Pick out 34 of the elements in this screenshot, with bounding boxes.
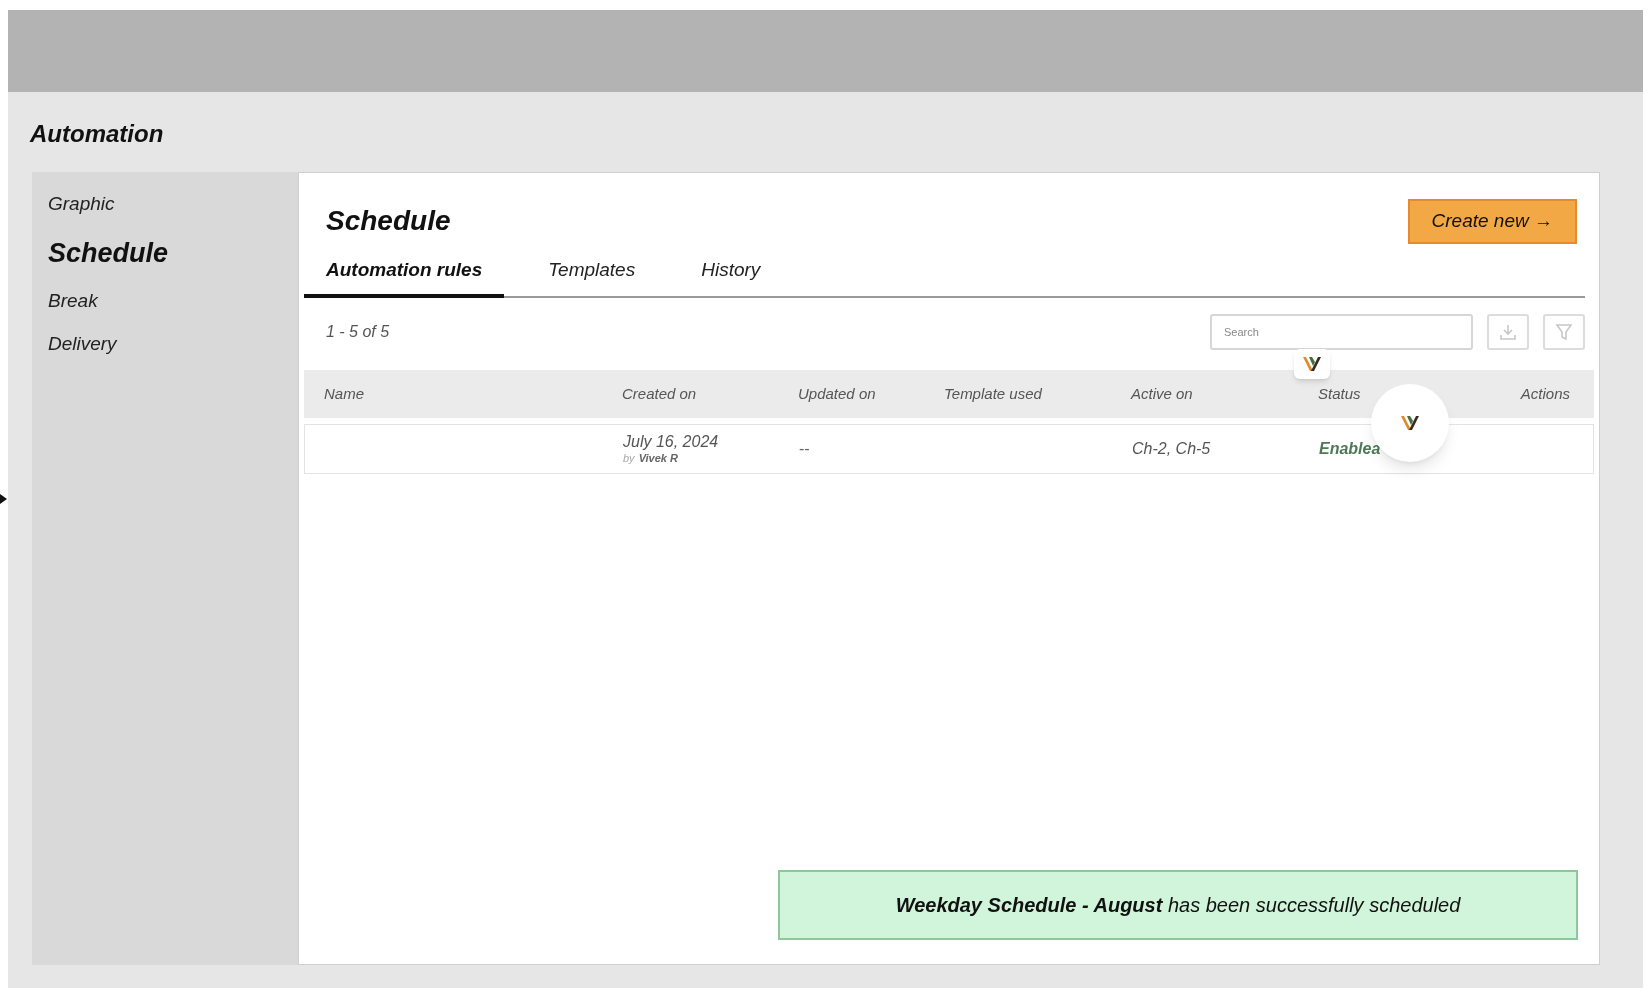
status-text: Enablea — [1319, 440, 1381, 457]
sidebar-item[interactable]: Schedule — [48, 232, 169, 273]
filter-icon — [1556, 323, 1572, 341]
extension-badge[interactable] — [1294, 349, 1330, 379]
download-button[interactable] — [1487, 314, 1529, 350]
create-new-button[interactable]: Create new → — [1407, 199, 1577, 244]
active-channels: Ch-2, Ch-5 — [1132, 440, 1211, 457]
search-field[interactable]: Search — [1210, 314, 1473, 350]
column-header: Updated on — [798, 385, 876, 402]
created-by-prefix: by — [623, 452, 635, 465]
sidebar-item[interactable]: Break — [48, 287, 98, 316]
column-header: Template used — [944, 385, 1042, 402]
pointer-icon — [0, 494, 7, 504]
column-header: Status — [1318, 385, 1361, 402]
filter-button[interactable] — [1543, 314, 1585, 350]
section-title: Schedule — [326, 204, 451, 239]
v-logo-icon — [1399, 413, 1421, 433]
created-date: July 16, 2024 — [623, 432, 720, 453]
record-count: 1 - 5 of 5 — [326, 322, 390, 342]
column-header: Actions — [1520, 385, 1570, 402]
sidebar-item[interactable]: Graphic — [48, 190, 115, 219]
tab[interactable]: History — [679, 255, 783, 298]
column-header: Active on — [1131, 385, 1193, 402]
column-header: Name — [324, 385, 364, 402]
updated-date: -- — [799, 440, 810, 457]
sidebar-item[interactable]: Delivery — [48, 329, 117, 358]
page-title: Automation — [30, 119, 165, 149]
download-icon — [1499, 323, 1517, 341]
column-header: Created on — [622, 385, 697, 402]
tab[interactable]: Automation rules — [304, 255, 505, 298]
created-by: Vivek R — [638, 452, 678, 465]
tab[interactable]: Templates — [526, 255, 658, 298]
success-toast: Weekday Schedule - August has been successfully scheduled — [778, 870, 1578, 940]
v-logo-icon — [1301, 354, 1323, 374]
